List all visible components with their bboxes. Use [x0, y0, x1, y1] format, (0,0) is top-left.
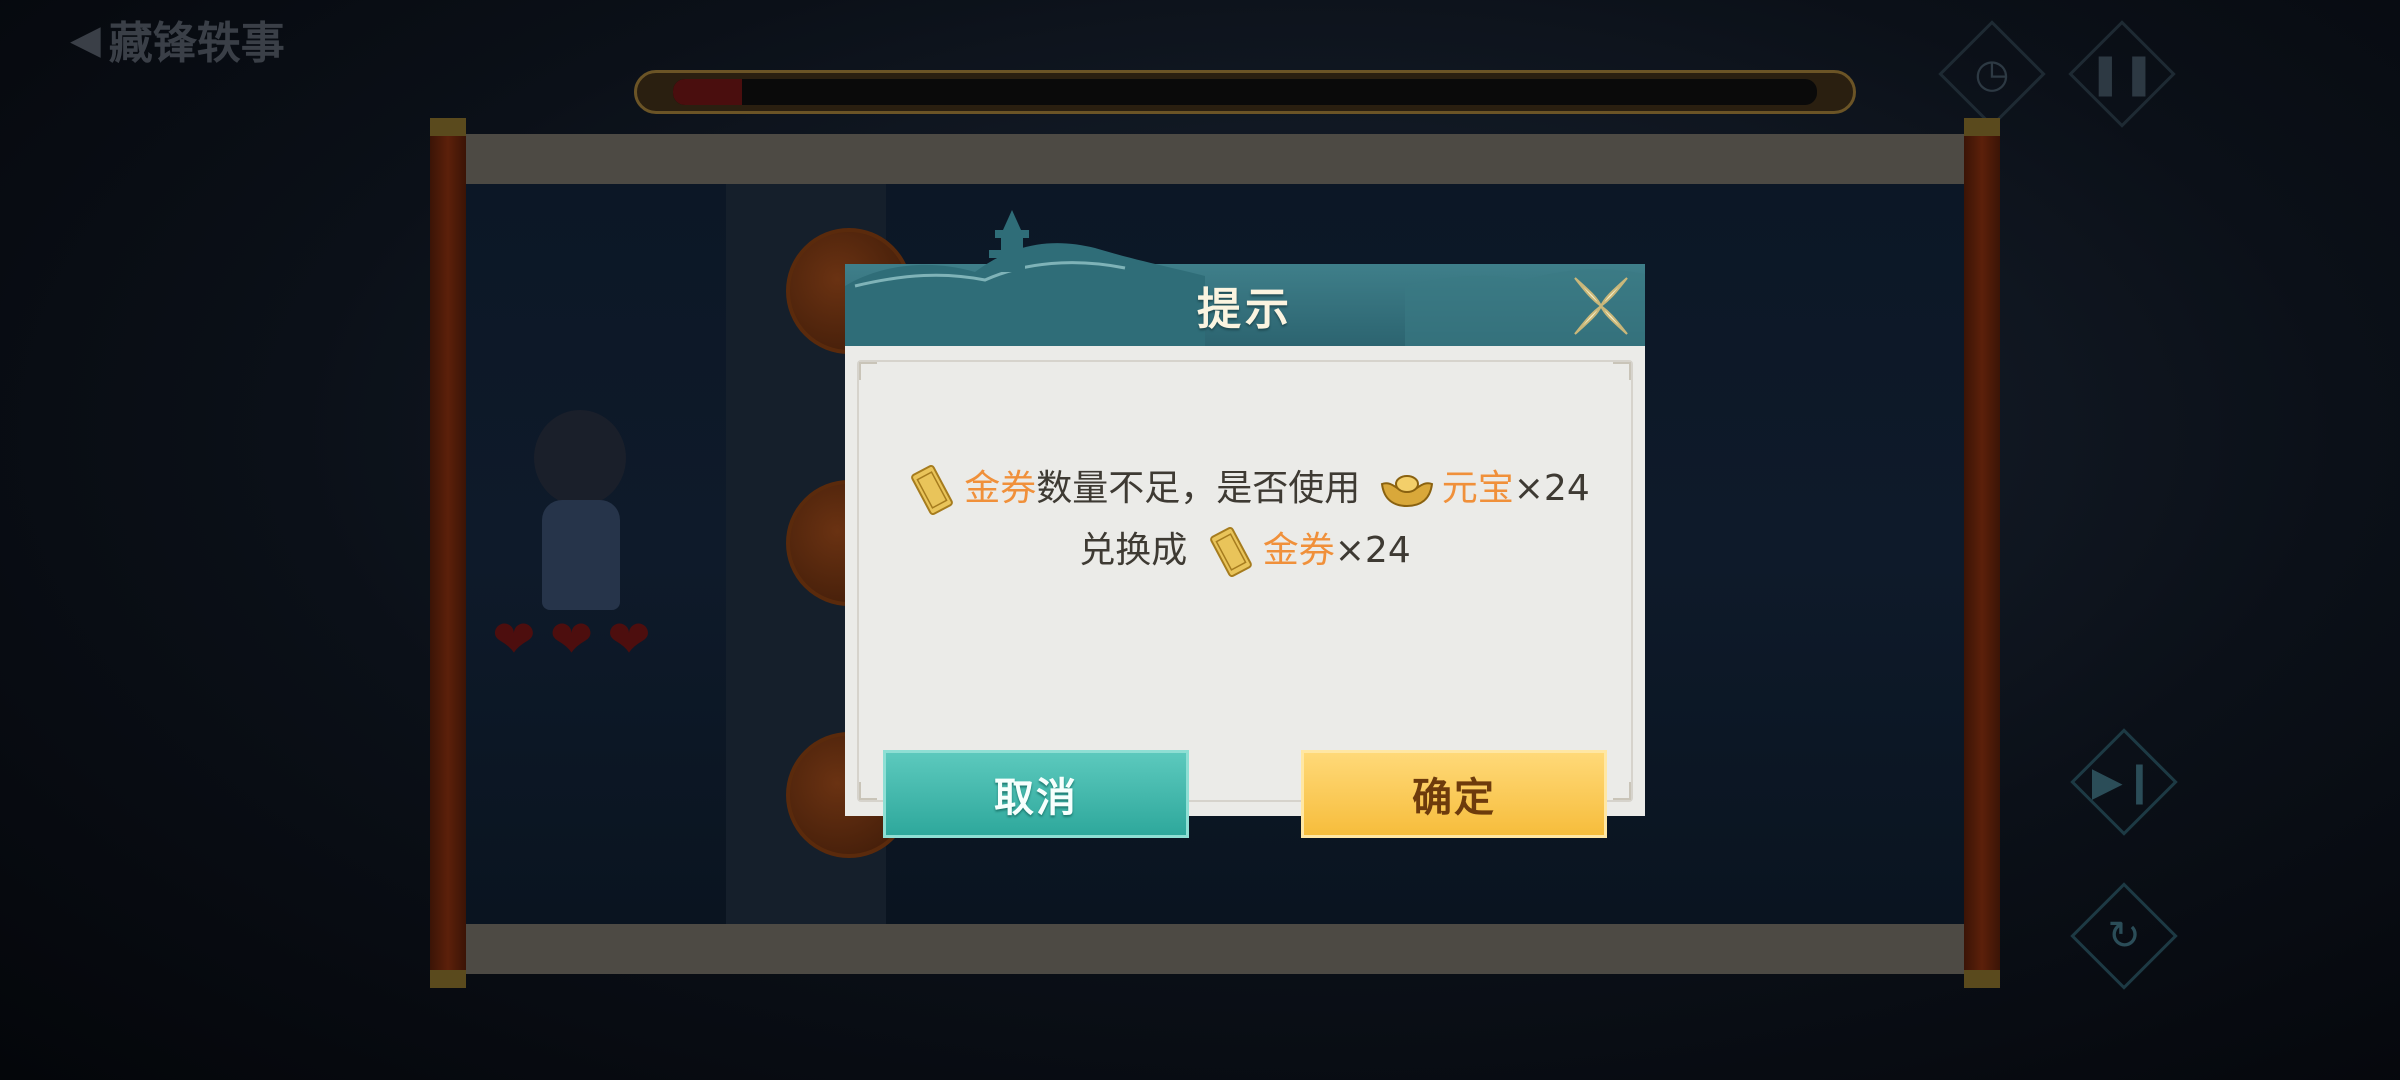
bottom-beam	[466, 924, 1964, 974]
heart-icon: ❤	[607, 610, 651, 670]
stage-title: 藏锋轶事	[108, 18, 285, 69]
ticket-quantity: ×24	[1334, 530, 1411, 571]
right-pillar	[1964, 118, 2000, 988]
exchange-dialog: 提示 金券数量不足，是否使用 元宝×24 兑换成 金券×24 取消 确定	[845, 210, 1645, 838]
confirm-button[interactable]: 确定	[1301, 750, 1607, 838]
pause-icon: ❚❚	[2088, 51, 2156, 97]
clock-icon: ◷	[1974, 51, 2010, 97]
dialog-message: 金券数量不足，是否使用 元宝×24 兑换成 金券×24	[845, 458, 1645, 582]
exchange-text: 兑换成	[1079, 530, 1188, 571]
skip-icon: ▶❙	[2091, 759, 2157, 805]
message-line-1: 金券数量不足，是否使用 元宝×24	[845, 458, 1645, 520]
hero-character	[520, 410, 640, 620]
left-pillar	[430, 118, 466, 988]
insufficient-text: 数量不足，是否使用	[1036, 468, 1361, 509]
replay-icon: ↻	[2107, 913, 2141, 959]
progress-fill	[673, 79, 742, 105]
back-arrow-icon: ◀	[70, 15, 101, 63]
heart-icon: ❤	[492, 610, 536, 670]
yuanbao-label: 元宝	[1441, 468, 1514, 509]
progress-bar	[634, 70, 1856, 114]
gold-ticket-icon	[911, 464, 954, 516]
heart-icon: ❤	[549, 610, 594, 670]
yuanbao-ingot-icon	[1380, 475, 1433, 508]
cancel-button[interactable]: 取消	[883, 750, 1189, 838]
top-beam	[466, 134, 1964, 184]
message-line-2: 兑换成 金券×24	[845, 520, 1645, 582]
gold-ticket-icon	[1209, 526, 1252, 578]
yuanbao-quantity: ×24	[1513, 468, 1590, 509]
back-button[interactable]: ◀ 藏锋轶事	[70, 14, 285, 70]
gold-ticket-label: 金券	[964, 468, 1037, 509]
dialog-body: 金券数量不足，是否使用 元宝×24 兑换成 金券×24 取消 确定	[845, 346, 1645, 838]
life-hearts: ❤ ❤ ❤	[492, 614, 651, 666]
gold-ticket-label: 金券	[1262, 530, 1335, 571]
close-icon[interactable]	[1567, 272, 1635, 340]
dialog-title: 提示	[1197, 284, 1293, 335]
